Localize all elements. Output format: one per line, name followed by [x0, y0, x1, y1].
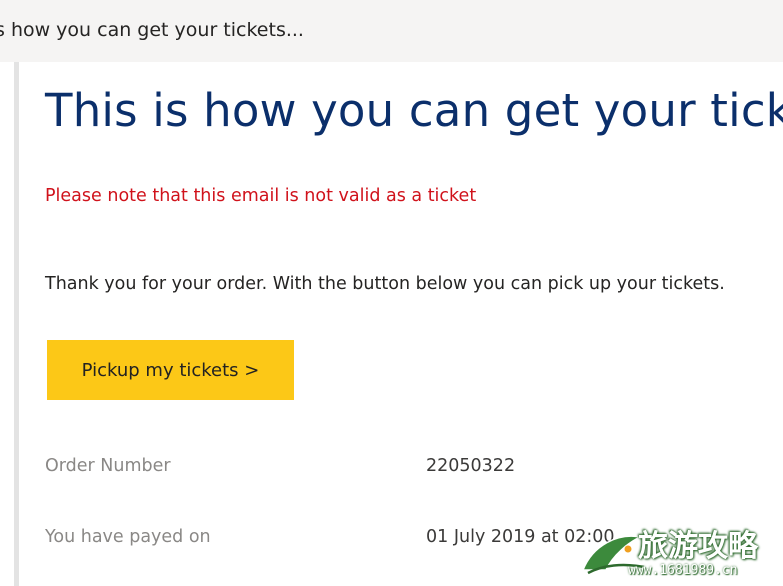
pickup-tickets-button[interactable]: Pickup my tickets >	[47, 340, 294, 400]
email-reading-pane: s how you can get your tickets... This i…	[0, 0, 783, 586]
email-subject-bar: s how you can get your tickets...	[0, 0, 783, 62]
email-body	[19, 62, 783, 586]
ticket-validity-warning: Please note that this email is not valid…	[45, 186, 477, 206]
payment-date-label: You have payed on	[45, 527, 211, 547]
order-number-label: Order Number	[45, 456, 171, 476]
email-subject: s how you can get your tickets...	[0, 19, 304, 41]
payment-date-value: 01 July 2019 at 02:00	[426, 527, 615, 547]
order-thank-you-text: Thank you for your order. With the butto…	[45, 274, 725, 294]
email-heading: This is how you can get your tickets	[45, 84, 783, 137]
order-number-value: 22050322	[426, 456, 516, 476]
